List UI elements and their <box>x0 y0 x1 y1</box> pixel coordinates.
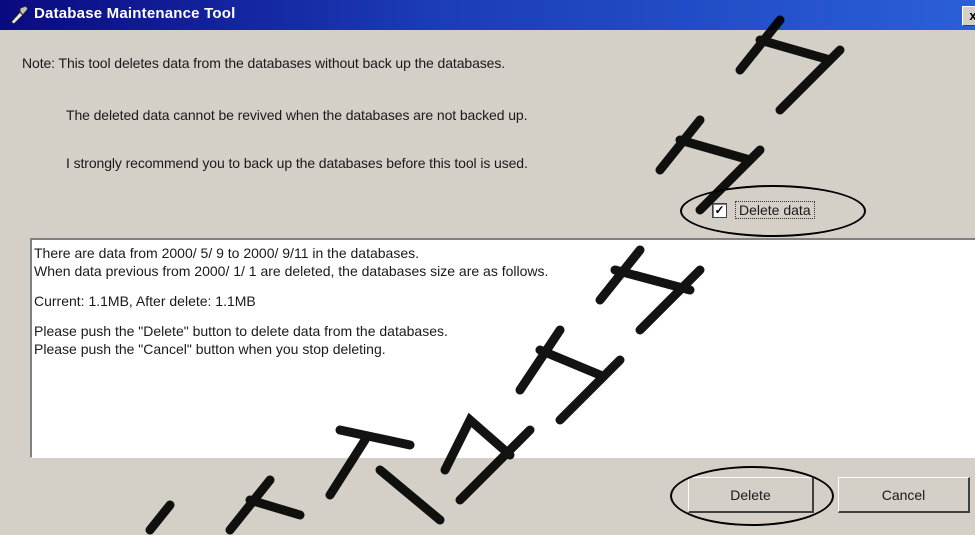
title-bar[interactable]: Database Maintenance Tool x <box>0 0 975 30</box>
window-title: Database Maintenance Tool <box>34 5 236 22</box>
info-line-date-range: There are data from 2000/ 5/ 9 to 2000/ … <box>34 245 419 261</box>
note-revive-line: The deleted data cannot be revived when … <box>66 107 528 123</box>
info-line-sizes: Current: 1.1MB, After delete: 1.1MB <box>34 293 256 309</box>
check-icon[interactable]: ✓ <box>712 202 727 218</box>
info-line-cancel-instruction: Please push the "Cancel" button when you… <box>34 341 386 357</box>
close-icon[interactable]: x <box>962 6 975 26</box>
delete-button[interactable]: Delete <box>688 477 814 513</box>
tool-icon <box>10 5 29 25</box>
cancel-button[interactable]: Cancel <box>838 477 970 513</box>
info-line-size-intro: When data previous from 2000/ 1/ 1 are d… <box>34 263 549 279</box>
info-text-area[interactable]: There are data from 2000/ 5/ 9 to 2000/ … <box>30 238 975 458</box>
delete-data-label[interactable]: Delete data <box>735 201 815 219</box>
note-recommend-line: I strongly recommend you to back up the … <box>66 155 528 171</box>
delete-data-checkbox[interactable]: ✓ Delete data <box>712 200 815 220</box>
database-maintenance-window: Database Maintenance Tool x Note: This t… <box>0 0 975 535</box>
note-warning-line: Note: This tool deletes data from the da… <box>22 55 506 71</box>
info-line-delete-instruction: Please push the "Delete" button to delet… <box>34 323 448 339</box>
